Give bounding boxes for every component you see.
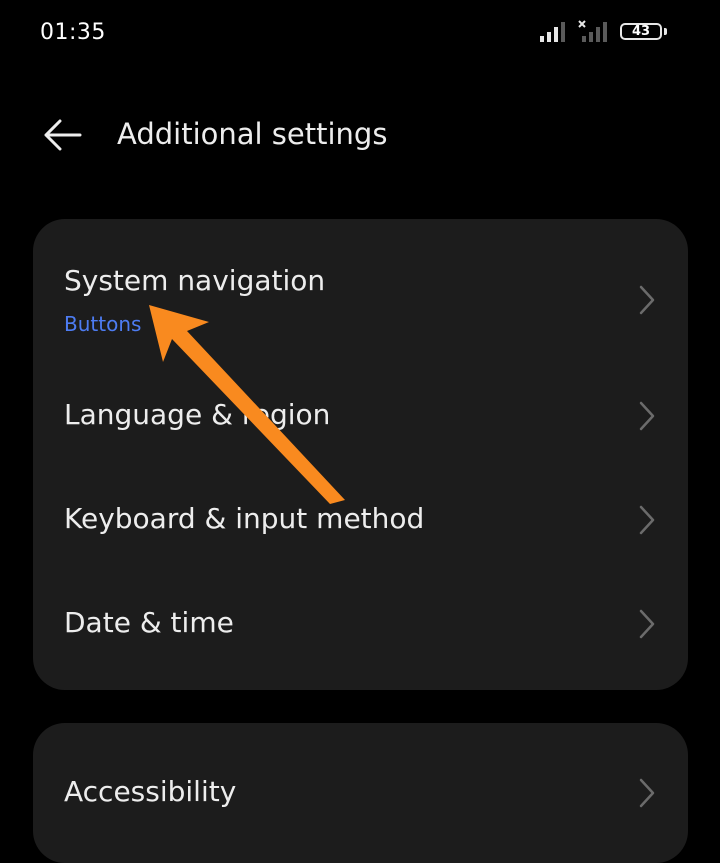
cell-signal-icon (540, 22, 565, 42)
setting-title: Language & region (64, 398, 331, 431)
status-time: 01:35 (40, 20, 106, 45)
page-title: Additional settings (117, 117, 388, 151)
setting-subtitle: Buttons (64, 312, 142, 336)
setting-language-region[interactable]: Language & region (33, 375, 688, 455)
chevron-right-icon (639, 285, 655, 315)
settings-card-general: System navigation Buttons Language & reg… (33, 219, 688, 690)
chevron-right-icon (639, 778, 655, 808)
setting-date-time[interactable]: Date & time (33, 583, 688, 663)
app-header: Additional settings (0, 100, 720, 170)
battery-nub (664, 28, 667, 35)
setting-title: Date & time (64, 606, 234, 639)
status-indicators: 43 (540, 20, 668, 44)
battery-icon: 43 (620, 23, 662, 40)
setting-title: System navigation (64, 264, 326, 297)
chevron-right-icon (639, 505, 655, 535)
chevron-right-icon (639, 609, 655, 639)
back-arrow-icon (44, 119, 82, 151)
setting-title: Accessibility (64, 775, 237, 808)
settings-card-accessibility: Accessibility (33, 723, 688, 863)
no-signal-icon (578, 20, 607, 42)
back-button[interactable] (36, 110, 90, 160)
setting-keyboard-input[interactable]: Keyboard & input method (33, 479, 688, 559)
status-bar: 01:35 43 (0, 0, 720, 66)
chevron-right-icon (639, 401, 655, 431)
setting-title: Keyboard & input method (64, 502, 425, 535)
battery-level: 43 (631, 24, 651, 39)
setting-accessibility[interactable]: Accessibility (33, 751, 688, 831)
setting-system-navigation[interactable]: System navigation Buttons (33, 245, 688, 375)
